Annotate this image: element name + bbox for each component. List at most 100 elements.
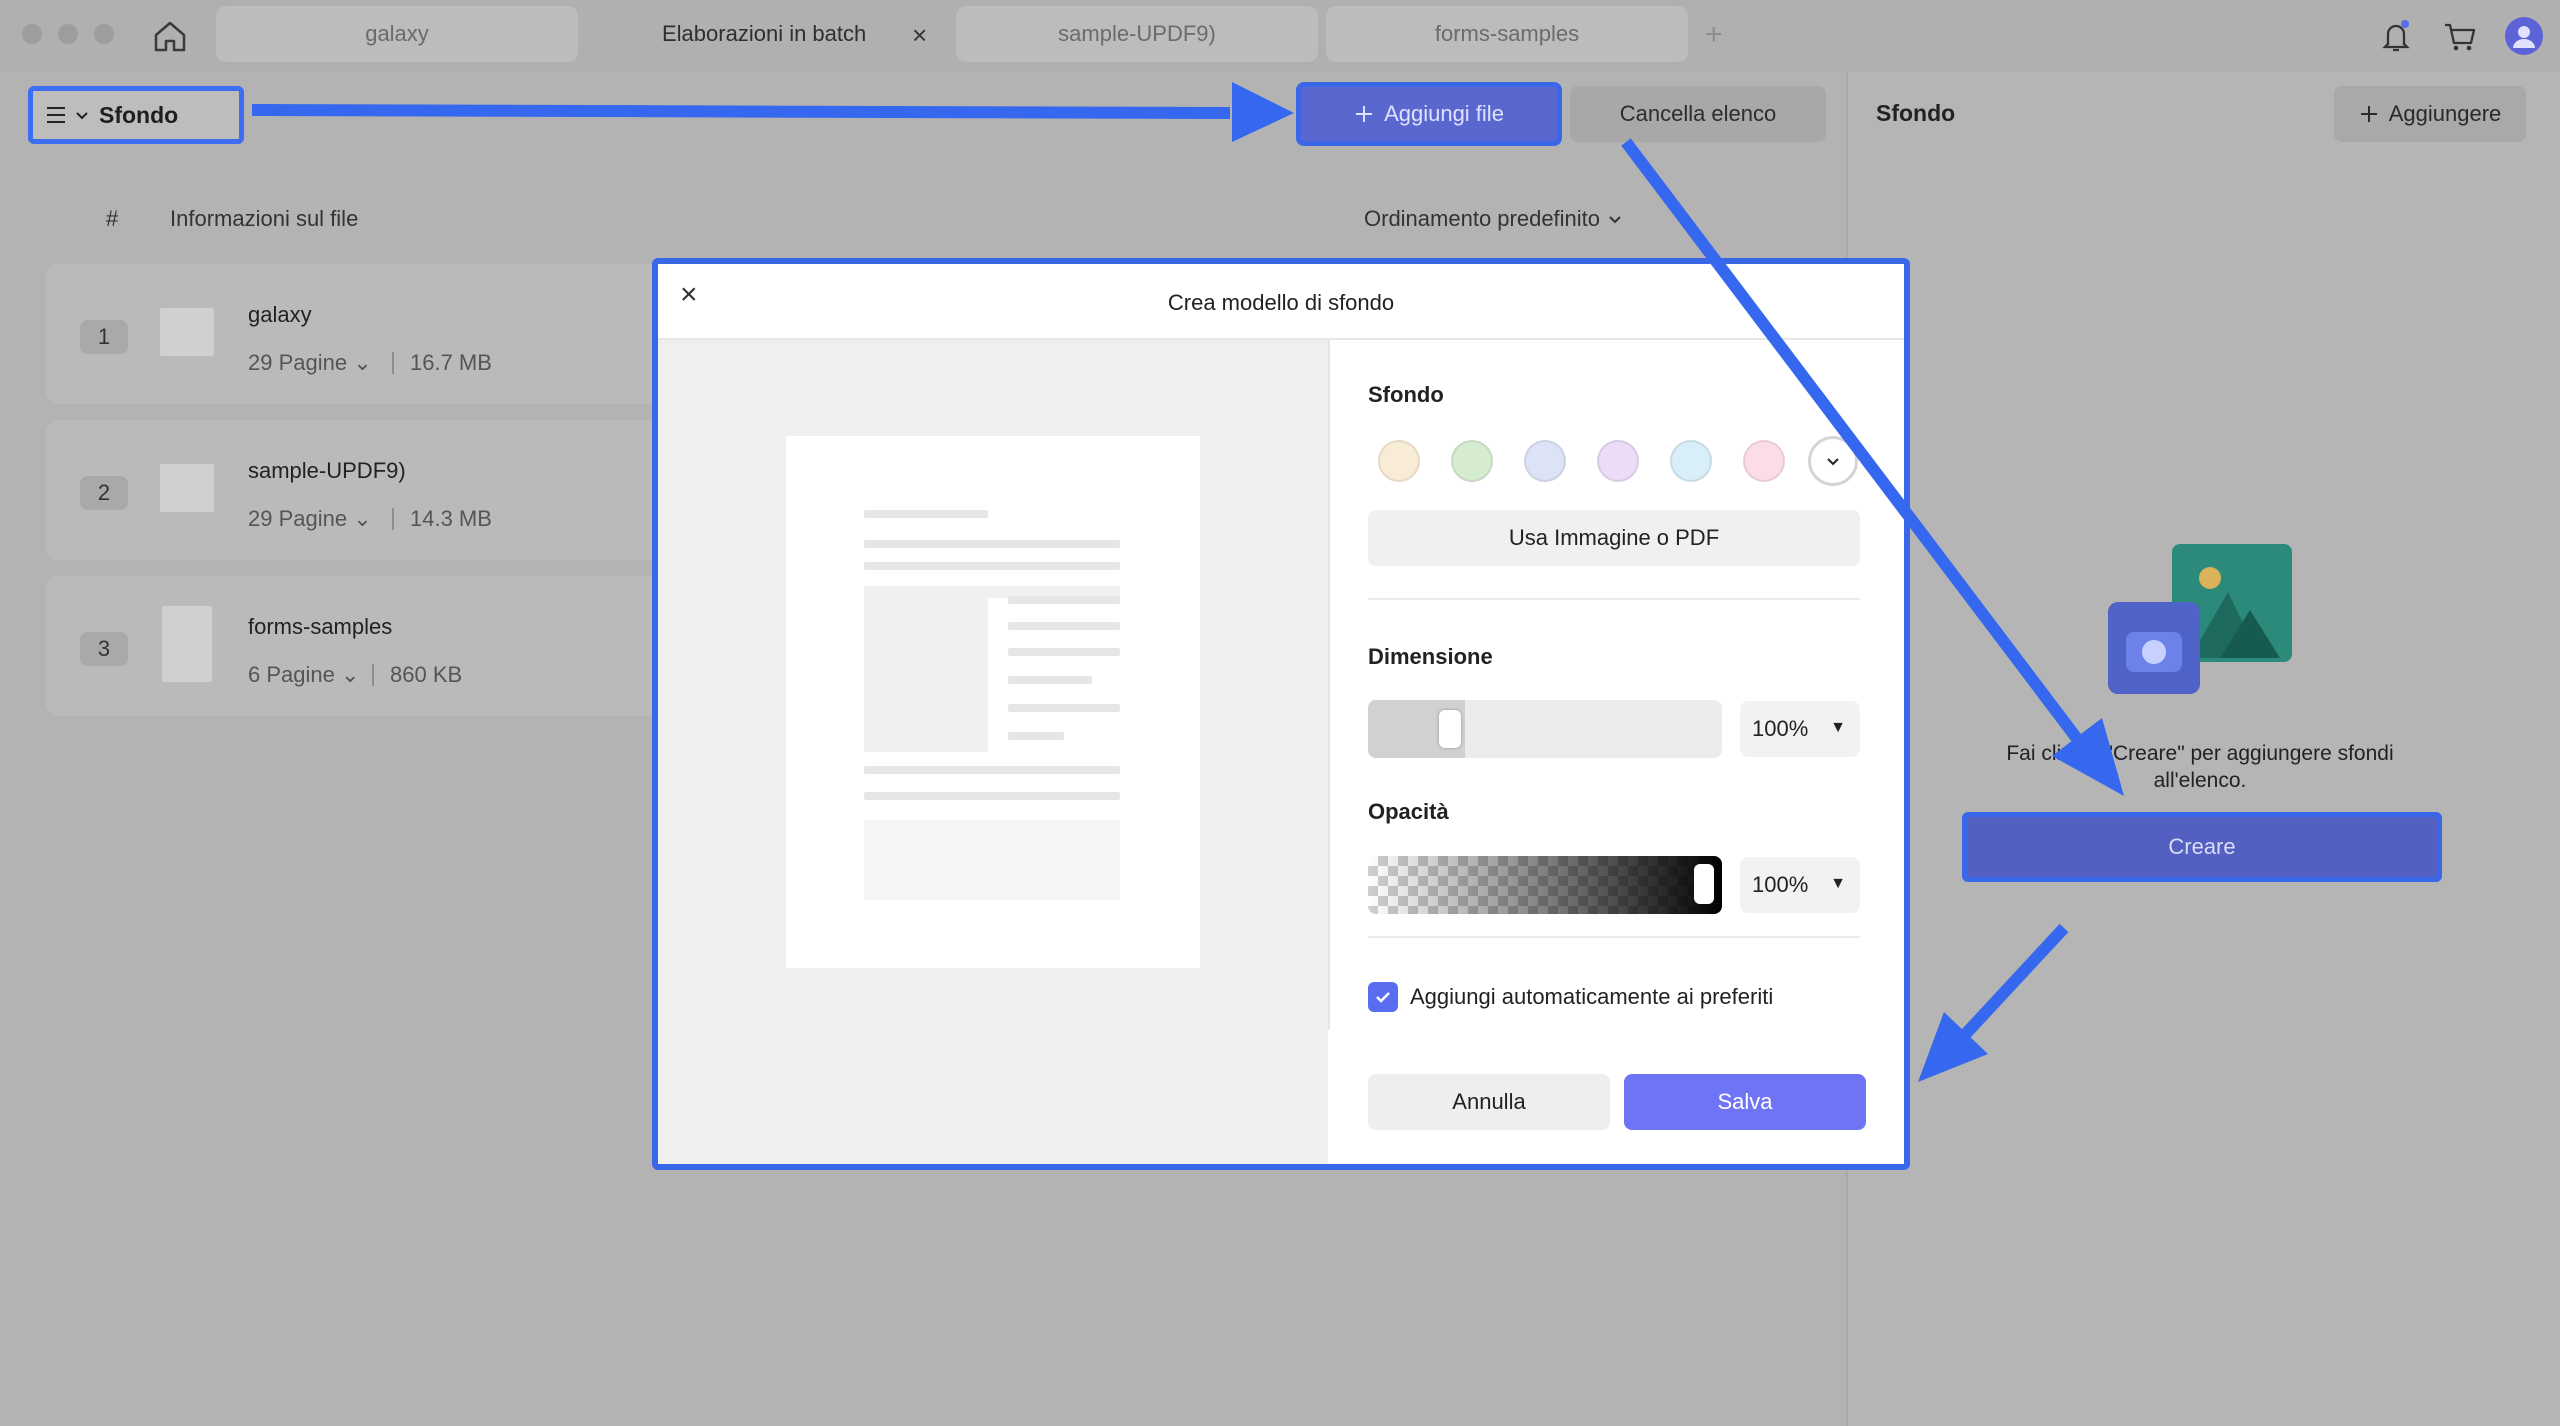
tab-label: sample-UPDF9) bbox=[1058, 21, 1216, 46]
opacity-percent-select[interactable]: 100% ▼ bbox=[1740, 857, 1860, 913]
color-swatch[interactable] bbox=[1378, 440, 1420, 482]
tab-label: forms-samples bbox=[1434, 21, 1580, 46]
page-count: 6 Pagine bbox=[248, 662, 335, 687]
auto-favorite-checkbox[interactable] bbox=[1368, 982, 1398, 1012]
menu-label: Sfondo bbox=[99, 101, 179, 128]
use-image-or-pdf-button[interactable]: Usa Immagine o PDF bbox=[1368, 510, 1860, 566]
use-image-label: Usa Immagine o PDF bbox=[1508, 525, 1720, 550]
file-thumbnail bbox=[160, 464, 214, 512]
file-size: 14.3 MB bbox=[410, 506, 492, 531]
row-number: 3 bbox=[80, 632, 128, 666]
home-icon[interactable] bbox=[150, 16, 190, 56]
tab-sample-updf9[interactable]: sample-UPDF9) bbox=[956, 6, 1318, 62]
add-background-button[interactable]: Aggiungere bbox=[2334, 86, 2526, 142]
empty-state-illustration bbox=[2100, 540, 2300, 710]
chevron-down-icon: ⌄ bbox=[340, 662, 360, 687]
empty-hint: Fai clic su "Creare" per aggiungere sfon… bbox=[1970, 740, 2430, 794]
close-icon[interactable]: × bbox=[912, 22, 927, 48]
clear-list-button[interactable]: Cancella elenco bbox=[1570, 86, 1826, 142]
divider bbox=[1328, 340, 1330, 1030]
avatar-icon[interactable] bbox=[2504, 16, 2544, 56]
hamburger-icon bbox=[45, 104, 67, 126]
camera-icon bbox=[2108, 602, 2200, 694]
file-name: forms-samples bbox=[248, 614, 393, 639]
cancel-button[interactable]: Annulla bbox=[1368, 1074, 1610, 1130]
caret-down-icon: ▼ bbox=[1830, 719, 1846, 736]
check-icon bbox=[1373, 987, 1393, 1007]
divider bbox=[392, 352, 394, 374]
sort-label: Ordinamento predefinito bbox=[1364, 206, 1601, 231]
slider-handle[interactable] bbox=[1694, 864, 1714, 904]
file-name: galaxy bbox=[248, 302, 312, 327]
color-swatch[interactable] bbox=[1743, 440, 1785, 482]
background-menu-button[interactable]: Sfondo bbox=[28, 86, 244, 144]
preview-pane bbox=[658, 340, 1328, 1164]
cart-icon[interactable] bbox=[2440, 16, 2480, 56]
opacity-percent-value: 100% bbox=[1752, 872, 1809, 897]
page-preview bbox=[786, 436, 1200, 968]
page-count-dropdown[interactable]: 29 Pagine ⌄ bbox=[248, 350, 372, 376]
tab-label: Elaborazioni in batch bbox=[662, 21, 867, 46]
color-swatch[interactable] bbox=[1451, 440, 1493, 482]
hint-line: Fai clic su "Creare" per aggiungere sfon… bbox=[2006, 742, 2394, 765]
chevron-down-icon: ⌄ bbox=[353, 506, 372, 531]
add-file-button[interactable]: Aggiungi file bbox=[1296, 82, 1562, 146]
opacity-section-label: Opacità bbox=[1368, 799, 1449, 824]
more-colors-button[interactable] bbox=[1808, 436, 1858, 486]
size-section-label: Dimensione bbox=[1368, 644, 1493, 669]
size-percent-value: 100% bbox=[1752, 716, 1809, 741]
page-count-dropdown[interactable]: 29 Pagine ⌄ bbox=[248, 506, 372, 532]
file-row[interactable]: 3 forms-samples 6 Pagine ⌄ 860 KB bbox=[46, 576, 666, 716]
clear-list-label: Cancella elenco bbox=[1619, 101, 1777, 126]
slider-handle[interactable] bbox=[1439, 710, 1461, 748]
tab-galaxy[interactable]: galaxy bbox=[216, 6, 578, 62]
sort-dropdown[interactable]: Ordinamento predefinito bbox=[1364, 206, 1622, 232]
add-file-label: Aggiungi file bbox=[1384, 101, 1504, 126]
plus-icon bbox=[1354, 104, 1374, 124]
bell-icon[interactable] bbox=[2376, 16, 2416, 56]
size-slider[interactable] bbox=[1368, 700, 1722, 758]
divider bbox=[392, 508, 394, 530]
tab-batch[interactable]: Elaborazioni in batch bbox=[596, 6, 940, 62]
divider bbox=[1368, 936, 1860, 938]
column-info-header: Informazioni sul file bbox=[170, 206, 359, 231]
file-thumbnail bbox=[160, 308, 214, 356]
color-swatch[interactable] bbox=[1670, 440, 1712, 482]
caret-down-icon: ▼ bbox=[1830, 875, 1846, 892]
tab-label: galaxy bbox=[365, 21, 429, 46]
add-label: Aggiungere bbox=[2388, 101, 2502, 126]
color-swatch[interactable] bbox=[1597, 440, 1639, 482]
file-row[interactable]: 2 sample-UPDF9) 29 Pagine ⌄ 14.3 MB bbox=[46, 420, 666, 560]
panel-title: Sfondo bbox=[1876, 100, 1956, 126]
create-button[interactable]: Creare bbox=[1962, 812, 2442, 882]
divider bbox=[372, 664, 374, 686]
save-button[interactable]: Salva bbox=[1624, 1074, 1866, 1130]
page-count-dropdown[interactable]: 6 Pagine ⌄ bbox=[248, 662, 359, 688]
file-size: 860 KB bbox=[390, 662, 463, 687]
row-number: 1 bbox=[80, 320, 128, 354]
window-minimize-dot[interactable] bbox=[58, 24, 78, 44]
file-size: 16.7 MB bbox=[410, 350, 492, 375]
color-swatch[interactable] bbox=[1524, 440, 1566, 482]
chevron-down-icon bbox=[1608, 212, 1622, 226]
window-zoom-dot[interactable] bbox=[94, 24, 114, 44]
new-tab-button[interactable]: + bbox=[1705, 18, 1723, 52]
dialog-title: Crea modello di sfondo bbox=[1167, 290, 1395, 315]
auto-favorite-label: Aggiungi automaticamente ai preferiti bbox=[1410, 984, 1774, 1009]
page-count: 29 Pagine bbox=[248, 506, 348, 531]
divider bbox=[1368, 598, 1860, 600]
column-number-header: # bbox=[106, 206, 119, 231]
file-row[interactable]: 1 galaxy 29 Pagine ⌄ 16.7 MB bbox=[46, 264, 666, 404]
size-percent-select[interactable]: 100% ▼ bbox=[1740, 701, 1860, 757]
tab-forms-samples[interactable]: forms-samples bbox=[1326, 6, 1688, 62]
create-background-dialog: × Crea modello di sfondo Sfondo Usa Imma… bbox=[652, 258, 1910, 1170]
cancel-label: Annulla bbox=[1452, 1089, 1526, 1114]
window-close-dot[interactable] bbox=[22, 24, 42, 44]
opacity-slider[interactable] bbox=[1368, 856, 1722, 914]
chevron-down-icon bbox=[75, 108, 89, 122]
file-thumbnail bbox=[162, 606, 212, 682]
file-name: sample-UPDF9) bbox=[248, 458, 406, 483]
chevron-down-icon: ⌄ bbox=[353, 350, 372, 375]
save-label: Salva bbox=[1717, 1089, 1773, 1114]
chevron-down-icon bbox=[1825, 453, 1841, 469]
